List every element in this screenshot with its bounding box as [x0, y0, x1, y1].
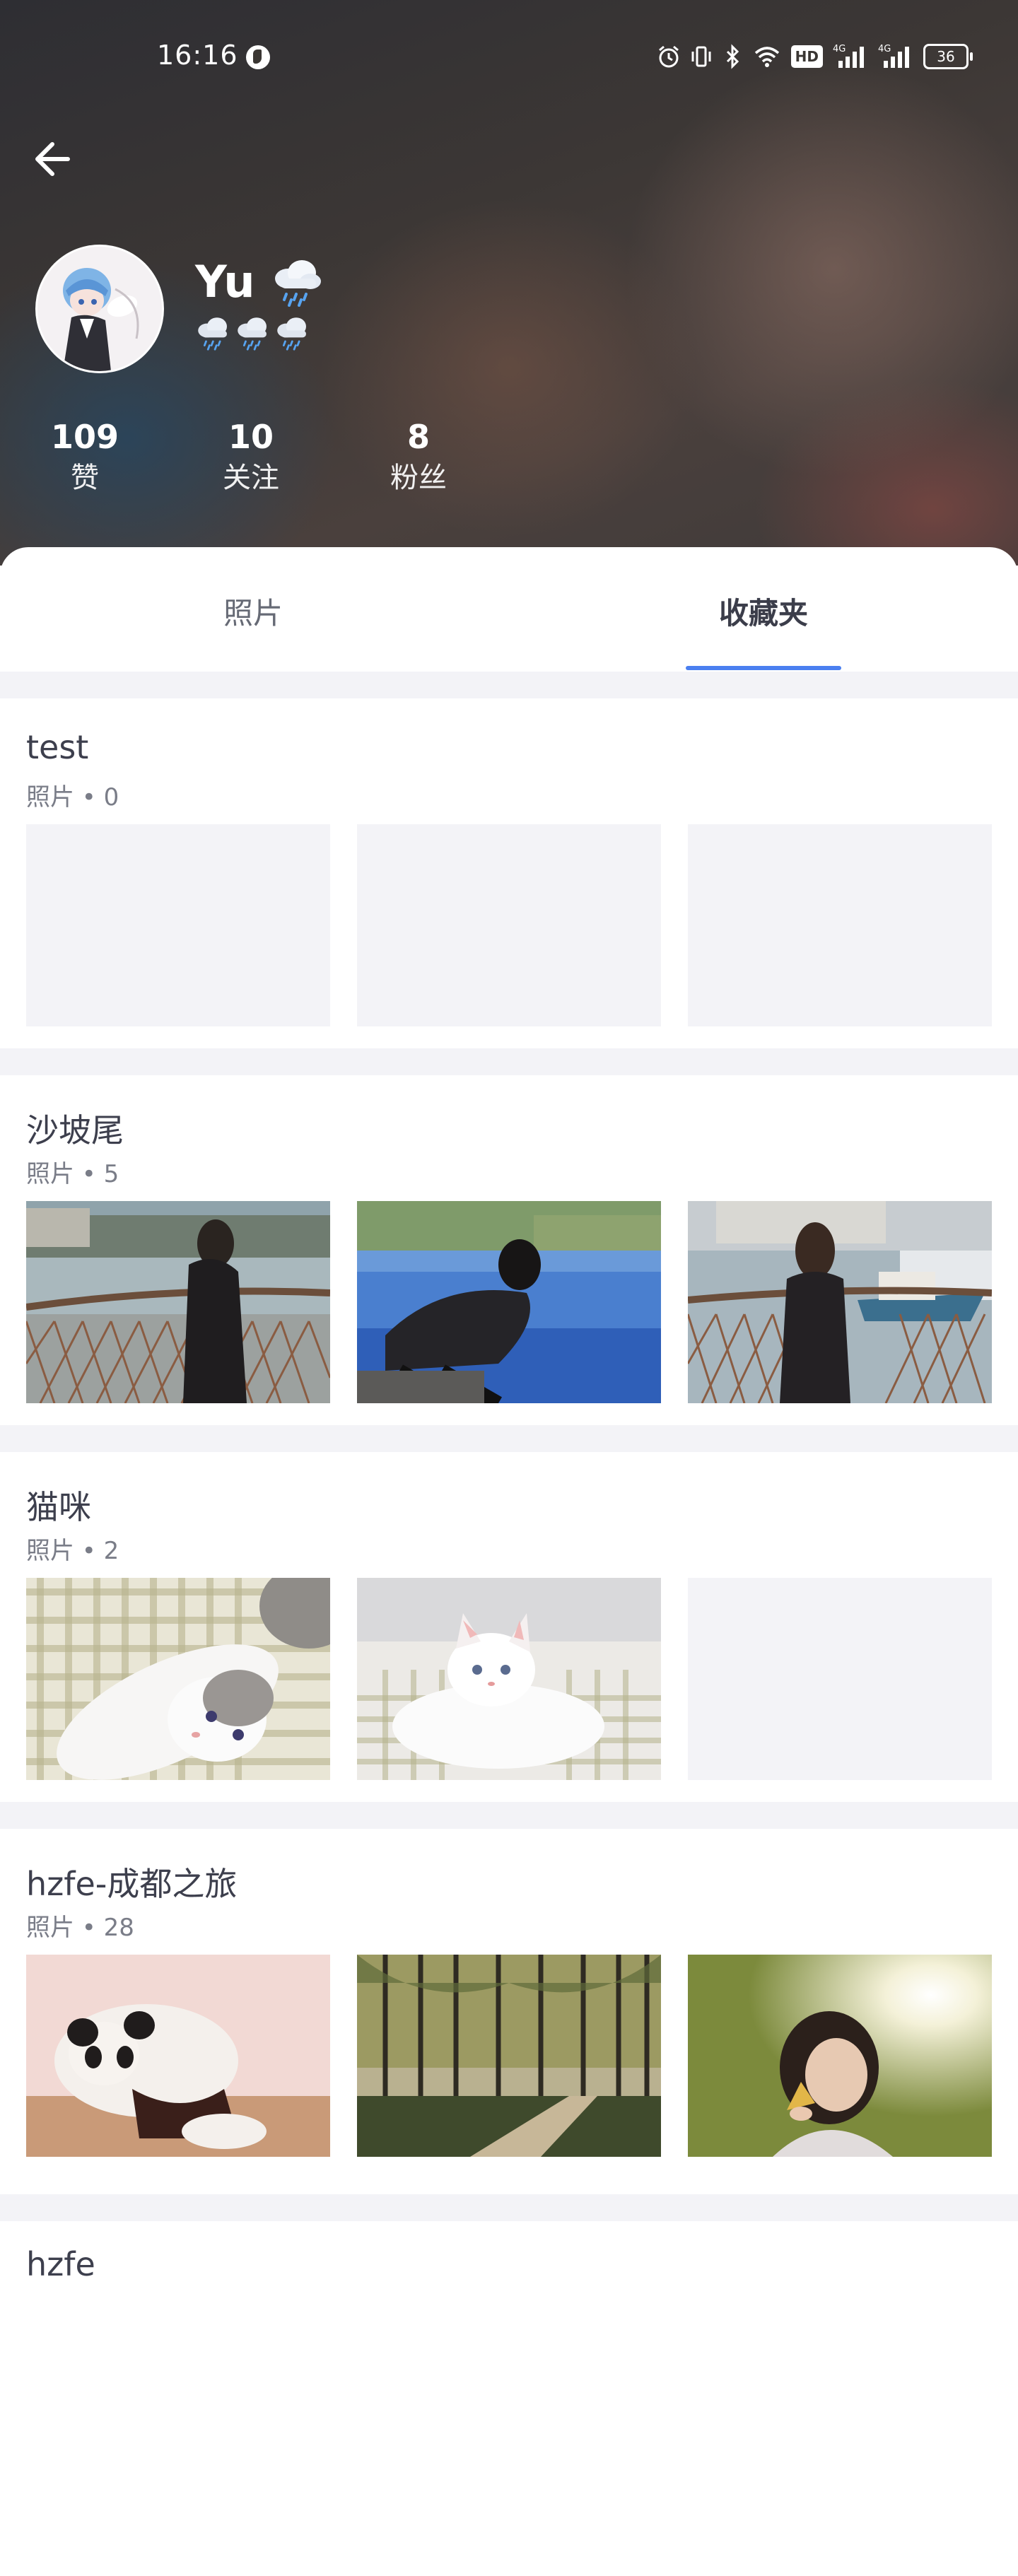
- svg-text:4G: 4G: [878, 44, 891, 54]
- username: Yu: [195, 256, 323, 308]
- collection-title: 猫咪: [26, 1488, 91, 1526]
- collection-title: test: [26, 728, 89, 766]
- stat-following[interactable]: 10 关注: [194, 416, 308, 498]
- stat-value: 109: [50, 418, 119, 456]
- collection-title: 沙坡尾: [26, 1111, 124, 1149]
- empty-thumbnail: [26, 824, 330, 1026]
- tab-photos[interactable]: 照片: [147, 590, 359, 633]
- collection-count: 照片 • 5: [26, 1160, 119, 1188]
- collection-title: hzfe: [26, 2245, 95, 2283]
- tab-favorites[interactable]: 收藏夹: [657, 590, 870, 633]
- bio-emojis: [195, 315, 311, 351]
- stat-label: 粉丝: [390, 462, 447, 494]
- bluetooth-icon: [726, 44, 739, 69]
- divider: [0, 1048, 1018, 1075]
- photo-thumbnail[interactable]: [357, 1201, 661, 1403]
- collection-card[interactable]: 沙坡尾 照片 • 5: [0, 1075, 1018, 1430]
- battery-icon: 36: [923, 44, 973, 69]
- kitten-sitting-photo: [357, 1578, 661, 1780]
- empty-thumbnail: [688, 1578, 992, 1780]
- hd-badge: HD: [790, 45, 823, 68]
- collection-card[interactable]: hzfe: [0, 2221, 1018, 2576]
- arrow-left-icon: [35, 142, 70, 176]
- girl-crouching-water-photo: [357, 1201, 661, 1403]
- empty-thumbnail: [688, 824, 992, 1026]
- collection-count: 照片 • 2: [26, 1537, 119, 1565]
- divider: [0, 2194, 1018, 2221]
- divider: [0, 1425, 1018, 1452]
- collection-card[interactable]: 猫咪 照片 • 2: [0, 1452, 1018, 1807]
- collection-count: 照片 • 28: [26, 1914, 134, 1942]
- photo-thumbnail[interactable]: [357, 1955, 661, 2157]
- rain-cloud-icon: [274, 259, 321, 307]
- rain-cloud-icon: [198, 317, 227, 351]
- stat-label: 关注: [223, 462, 279, 494]
- stat-value: 8: [406, 418, 430, 456]
- empty-thumbnail: [357, 824, 661, 1026]
- collection-card[interactable]: hzfe-成都之旅 照片 • 28: [0, 1829, 1018, 2184]
- username-text: Yu: [195, 256, 255, 308]
- girl-harbor-boat-photo: [688, 1201, 992, 1403]
- photo-thumbnail[interactable]: [688, 1955, 992, 2157]
- anime-avatar-image: [37, 247, 162, 371]
- active-tab-indicator: [686, 666, 841, 670]
- globe-icon: [246, 45, 270, 69]
- kitten-lying-photo: [26, 1578, 330, 1780]
- signal-4g-icon-2: 4G: [878, 44, 909, 68]
- avatar[interactable]: [35, 245, 164, 373]
- status-time: 16:16: [157, 40, 238, 71]
- panda-cub-photo: [26, 1955, 330, 2157]
- collection-count: 照片 • 0: [26, 783, 119, 812]
- signal-4g-icon: 4G: [833, 44, 864, 68]
- profile-header: 16:16 HD 4G 4G 36 Yu 109 赞 10 关注 8 粉丝: [0, 0, 1018, 566]
- stat-likes[interactable]: 109 赞: [28, 416, 141, 498]
- tab-bar: 照片 收藏夹: [0, 547, 1018, 672]
- photo-thumbnail[interactable]: [688, 1201, 992, 1403]
- girl-railing-photo: [26, 1201, 330, 1403]
- girl-sunlight-leaf-photo: [688, 1955, 992, 2157]
- wifi-icon: [754, 47, 779, 67]
- stat-value: 10: [228, 418, 274, 456]
- photo-thumbnail[interactable]: [26, 1201, 330, 1403]
- status-bar: 16:16 HD 4G 4G 36: [0, 35, 1018, 85]
- divider: [0, 672, 1018, 698]
- status-icons: HD 4G 4G 36: [657, 42, 973, 71]
- forest-path-photo: [357, 1955, 661, 2157]
- stat-followers[interactable]: 8 粉丝: [362, 416, 475, 498]
- back-button[interactable]: [28, 134, 78, 184]
- vibrate-icon: [691, 46, 711, 67]
- profile-stats: 109 赞 10 关注 8 粉丝: [0, 416, 509, 515]
- rain-cloud-icon: [238, 317, 267, 351]
- collection-card[interactable]: test 照片 • 0: [0, 698, 1018, 1053]
- rain-cloud-icon: [277, 317, 306, 351]
- photo-thumbnail[interactable]: [26, 1578, 330, 1780]
- svg-text:4G: 4G: [833, 44, 846, 54]
- photo-thumbnail[interactable]: [357, 1578, 661, 1780]
- divider: [0, 1802, 1018, 1829]
- alarm-icon: [658, 45, 679, 68]
- collection-title: hzfe-成都之旅: [26, 1865, 238, 1903]
- photo-thumbnail[interactable]: [26, 1955, 330, 2157]
- stat-label: 赞: [71, 462, 99, 494]
